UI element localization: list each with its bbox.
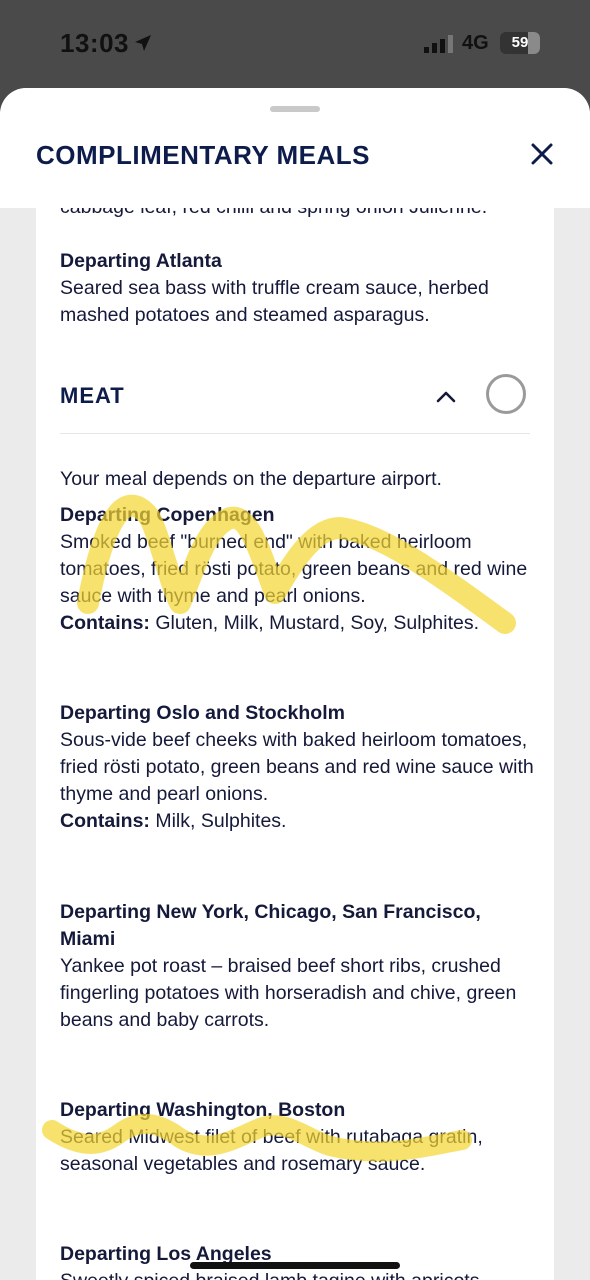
status-bar: 13:03 4G 59 (0, 0, 590, 88)
battery-icon: 59 (500, 32, 540, 54)
network-type: 4G (462, 32, 489, 54)
departure-label: Departing Atlanta (60, 250, 222, 272)
contains-label: Contains: (60, 612, 150, 634)
home-indicator[interactable] (190, 1262, 400, 1269)
complimentary-meals-sheet: COMPLIMENTARY MEALS cabbage leaf, red ch… (0, 88, 590, 1280)
allergens-line: Contains: Gluten, Milk, Mustard, Soy, Su… (60, 610, 540, 637)
chevron-up-icon[interactable] (434, 385, 458, 409)
meal-description: Sweetly spiced braised lamb tagine with … (60, 1268, 540, 1280)
allergens-list: Gluten, Milk, Mustard, Soy, Sulphites. (155, 612, 480, 634)
status-time: 13:03 (60, 28, 129, 58)
contains-label: Contains: (60, 810, 150, 832)
signal-icon (424, 35, 453, 53)
meal-item-atlanta: Departing Atlanta Seared sea bass with t… (60, 248, 540, 329)
sheet-header: COMPLIMENTARY MEALS (0, 88, 590, 208)
departure-label: Departing Washington, Boston (60, 1099, 346, 1121)
meals-card: cabbage leaf, red chilli and spring onio… (36, 196, 554, 1280)
meat-section-title: MEAT (60, 383, 125, 408)
sheet-title: COMPLIMENTARY MEALS (36, 140, 371, 170)
meal-item-oslo-stockholm: Departing Oslo and Stockholm Sous-vide b… (60, 700, 540, 835)
meal-description: Seared sea bass with truffle cream sauce… (60, 277, 489, 326)
departure-label: Departing Copenhagen (60, 504, 275, 526)
close-icon[interactable] (528, 140, 556, 168)
location-arrow-icon (135, 35, 151, 51)
meal-item-us-cities: Departing New York, Chicago, San Francis… (60, 899, 516, 1034)
departure-label: Departing New York, Chicago, San Francis… (60, 901, 481, 950)
meal-item-los-angeles: Departing Los Angeles Sweetly spiced bra… (60, 1241, 540, 1280)
meat-select-radio[interactable] (486, 374, 526, 414)
meal-description: Yankee pot roast – braised beef short ri… (60, 955, 517, 1031)
sheet-grabber[interactable] (270, 106, 320, 112)
meat-intro: Your meal depends on the departure airpo… (60, 468, 442, 490)
meal-description: Seared Midwest filet of beef with rutaba… (60, 1126, 483, 1175)
meal-item-washington-boston: Departing Washington, Boston Seared Midw… (60, 1097, 540, 1178)
battery-level: 59 (511, 34, 529, 51)
meal-description: Sous-vide beef cheeks with baked heirloo… (60, 729, 534, 805)
allergens-list: Milk, Sulphites. (155, 810, 287, 832)
meal-item-copenhagen: Departing Copenhagen Smoked beef "burned… (60, 502, 540, 637)
allergens-line: Contains: Milk, Sulphites. (60, 808, 540, 835)
meat-section-header[interactable]: MEAT (60, 364, 530, 434)
meal-description: Smoked beef "burned end" with baked heir… (60, 531, 528, 607)
departure-label: Departing Oslo and Stockholm (60, 702, 345, 724)
